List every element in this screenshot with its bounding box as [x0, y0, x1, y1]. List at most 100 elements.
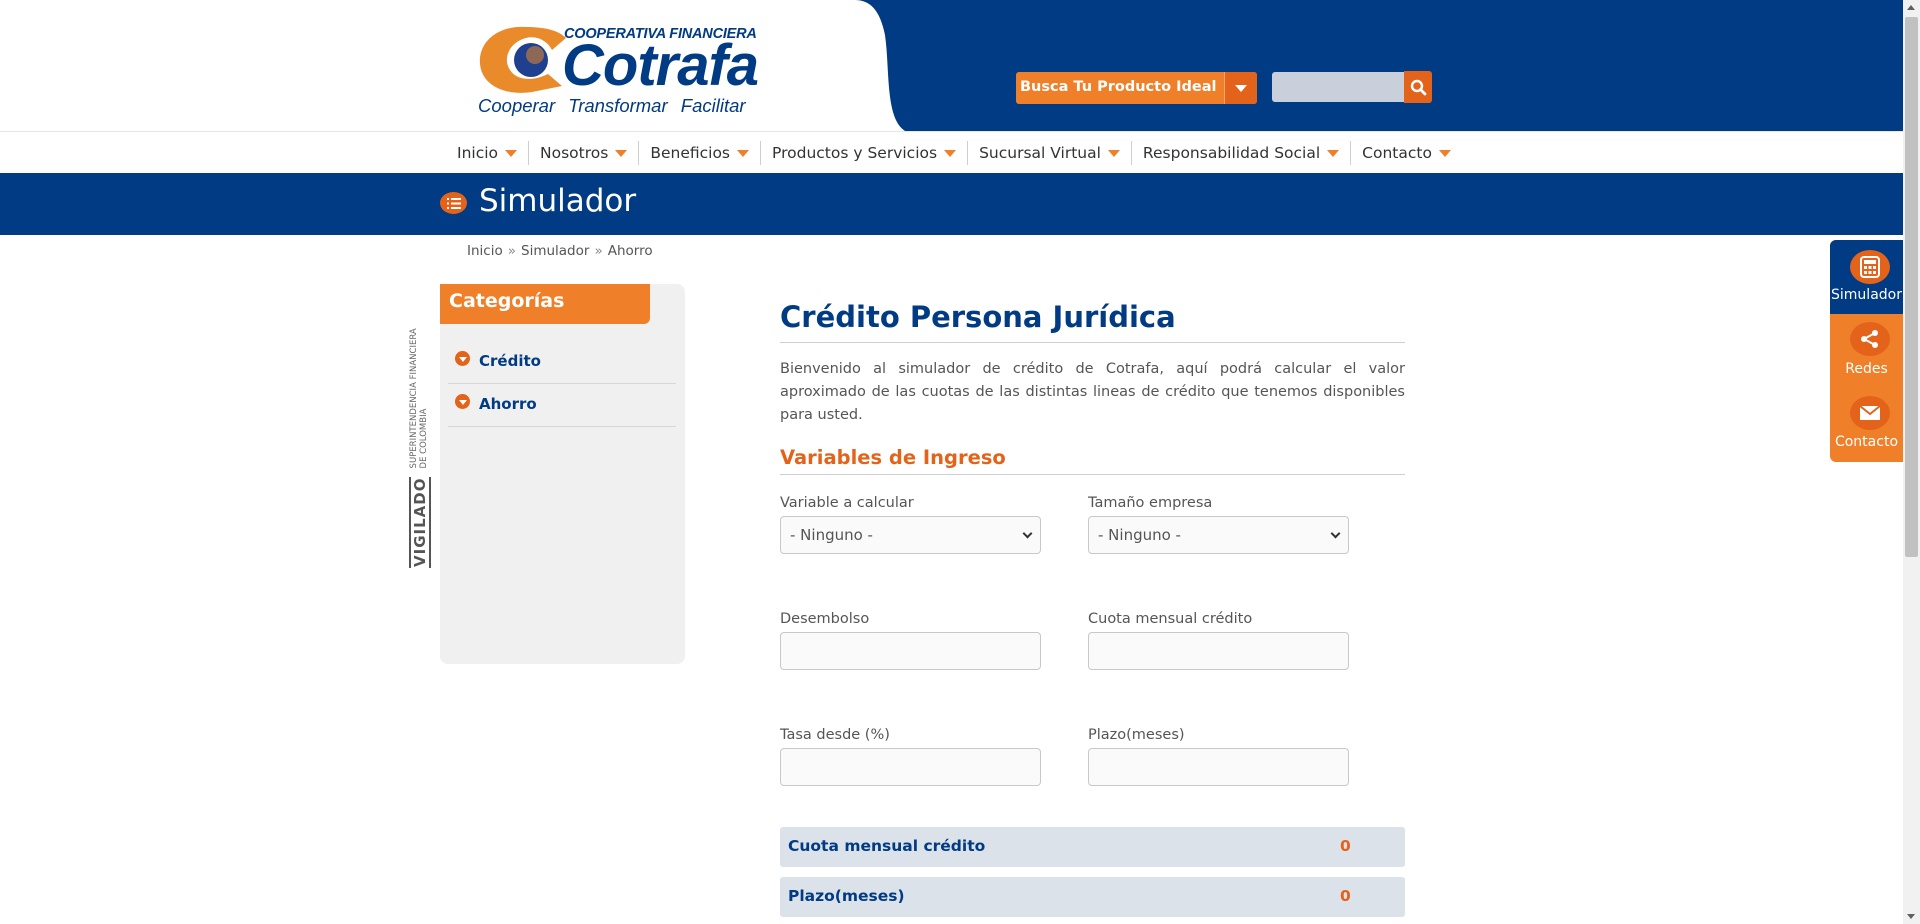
nav-item-sucursal[interactable]: Sucursal Virtual: [968, 141, 1132, 165]
plazo-label: Plazo(meses): [1088, 727, 1185, 743]
float-label: Redes: [1845, 361, 1888, 377]
vigilado-badge: VIGILADO SUPERINTENDENCIA FINANCIERA DE …: [409, 300, 431, 568]
chevron-down-icon: [1330, 528, 1341, 538]
search-button[interactable]: [1404, 71, 1432, 103]
share-icon: [1850, 322, 1890, 356]
float-item-contacto[interactable]: Contacto: [1830, 388, 1903, 462]
result-value: 0: [1340, 837, 1351, 855]
caret-down-icon: [615, 149, 628, 157]
simulator-content: Crédito Persona Jurídica Bienvenido al s…: [780, 300, 1405, 475]
simulator-heading: Crédito Persona Jurídica: [780, 300, 1405, 343]
caret-down-icon[interactable]: [1224, 72, 1257, 104]
result-row-plazo: Plazo(meses) 0: [780, 877, 1405, 917]
scroll-up-arrow-icon[interactable]: [1907, 5, 1915, 10]
search-input[interactable]: [1272, 72, 1404, 102]
nav-item-nosotros[interactable]: Nosotros: [529, 141, 640, 165]
plazo-input[interactable]: [1088, 748, 1349, 786]
desembolso-input[interactable]: [780, 632, 1041, 670]
tasa-field: Tasa desde (%): [780, 727, 1041, 786]
nav-item-productos[interactable]: Productos y Servicios: [761, 141, 969, 165]
caret-down-icon: [944, 149, 957, 157]
logo-mark-icon: [479, 26, 566, 93]
vigilado-line1: SUPERINTENDENCIA FINANCIERA: [409, 328, 419, 469]
mail-icon: [1850, 396, 1890, 430]
tasa-input[interactable]: [780, 748, 1041, 786]
vigilado-text: SUPERINTENDENCIA FINANCIERA DE COLOMBIA: [409, 328, 429, 468]
tamano-select-value: - Ninguno -: [1098, 526, 1181, 544]
result-label: Plazo(meses): [788, 887, 905, 905]
nav-label: Responsabilidad Social: [1142, 144, 1321, 162]
nav-label: Contacto: [1362, 144, 1432, 162]
result-label: Cuota mensual crédito: [788, 837, 986, 855]
nav-label: Nosotros: [540, 144, 609, 162]
caret-down-icon: [1438, 149, 1451, 157]
tamano-field: Tamaño empresa - Ninguno -: [1088, 495, 1349, 554]
nav-item-inicio[interactable]: Inicio: [446, 141, 530, 165]
breadcrumb-simulador[interactable]: Simulador: [521, 243, 589, 259]
result-value: 0: [1340, 887, 1351, 905]
category-item-credito[interactable]: Crédito: [448, 341, 676, 384]
calculator-icon: [1850, 250, 1890, 284]
header-blue-shape: [855, 0, 1903, 131]
variable-select[interactable]: - Ninguno -: [780, 516, 1041, 554]
breadcrumb-inicio[interactable]: Inicio: [467, 243, 503, 259]
tamano-select[interactable]: - Ninguno -: [1088, 516, 1349, 554]
product-finder-label: Busca Tu Producto Ideal: [1020, 79, 1217, 95]
chevron-down-icon: [1022, 528, 1033, 538]
main-nav: Inicio Nosotros Beneficios Productos y S…: [0, 131, 1903, 173]
product-finder-dropdown[interactable]: Busca Tu Producto Ideal: [1016, 72, 1257, 104]
logo-tagline: Cooperar Transformar Facilitar: [478, 95, 746, 116]
page-scrollbar[interactable]: [1903, 0, 1920, 924]
variable-field: Variable a calcular - Ninguno -: [780, 495, 1041, 554]
nav-label: Productos y Servicios: [772, 144, 938, 162]
site-header: COOPERATIVA FINANCIERA Cotrafa Cooperar …: [0, 0, 1903, 131]
desembolso-field: Desembolso: [780, 611, 1041, 670]
caret-down-icon: [737, 149, 750, 157]
caret-down-icon: [505, 149, 518, 157]
logo-name: Cotrafa: [562, 33, 759, 98]
cuota-input[interactable]: [1088, 632, 1349, 670]
categories-list: Crédito Ahorro: [448, 341, 676, 427]
category-item-ahorro[interactable]: Ahorro: [448, 384, 676, 427]
section-heading: Variables de Ingreso: [780, 446, 1405, 475]
nav-item-beneficios[interactable]: Beneficios: [639, 141, 762, 165]
search-icon: [1410, 79, 1426, 95]
category-label: Crédito: [479, 352, 541, 370]
cuota-label: Cuota mensual crédito: [1088, 611, 1253, 627]
cotrafa-logo[interactable]: COOPERATIVA FINANCIERA Cotrafa Cooperar …: [478, 22, 760, 122]
scroll-down-arrow-icon[interactable]: [1907, 914, 1915, 919]
tasa-label: Tasa desde (%): [780, 727, 890, 743]
float-item-simulador[interactable]: Simulador: [1830, 240, 1903, 314]
nav-item-responsabilidad[interactable]: Responsabilidad Social: [1132, 141, 1352, 165]
categories-header: Categorías: [440, 284, 650, 324]
categories-title: Categorías: [449, 290, 565, 312]
breadcrumb-separator: »: [594, 243, 603, 259]
page-title-bar: Simulador: [0, 173, 1903, 235]
float-item-redes[interactable]: Redes: [1830, 314, 1903, 388]
breadcrumb-separator: »: [507, 243, 516, 259]
tamano-label: Tamaño empresa: [1088, 495, 1213, 511]
intro-text: Bienvenido al simulador de crédito de Co…: [780, 361, 1405, 423]
variable-select-value: - Ninguno -: [790, 526, 873, 544]
float-label: Contacto: [1834, 434, 1899, 450]
caret-down-icon: [1107, 149, 1120, 157]
breadcrumb-ahorro: Ahorro: [607, 243, 653, 259]
cuota-field: Cuota mensual crédito: [1088, 611, 1349, 670]
nav-label: Sucursal Virtual: [979, 144, 1101, 162]
categories-sidebar: Categorías Crédito Ahorro: [440, 284, 685, 664]
vigilado-word: VIGILADO: [409, 476, 431, 568]
result-row-cuota: Cuota mensual crédito 0: [780, 827, 1405, 867]
floating-menu: Simulador Redes Contacto: [1830, 240, 1903, 462]
caret-down-icon: [1327, 149, 1340, 157]
nav-label: Inicio: [457, 144, 499, 162]
list-icon: [440, 192, 467, 214]
float-label: Simulador: [1831, 287, 1902, 303]
caret-down-icon: [455, 351, 470, 366]
nav-item-contacto[interactable]: Contacto: [1351, 141, 1462, 165]
category-label: Ahorro: [479, 395, 537, 413]
vigilado-line2: DE COLOMBIA: [419, 408, 429, 469]
scroll-thumb[interactable]: [1905, 17, 1918, 557]
variable-label: Variable a calcular: [780, 495, 914, 511]
page-title: Simulador: [479, 183, 637, 219]
desembolso-label: Desembolso: [780, 611, 870, 627]
